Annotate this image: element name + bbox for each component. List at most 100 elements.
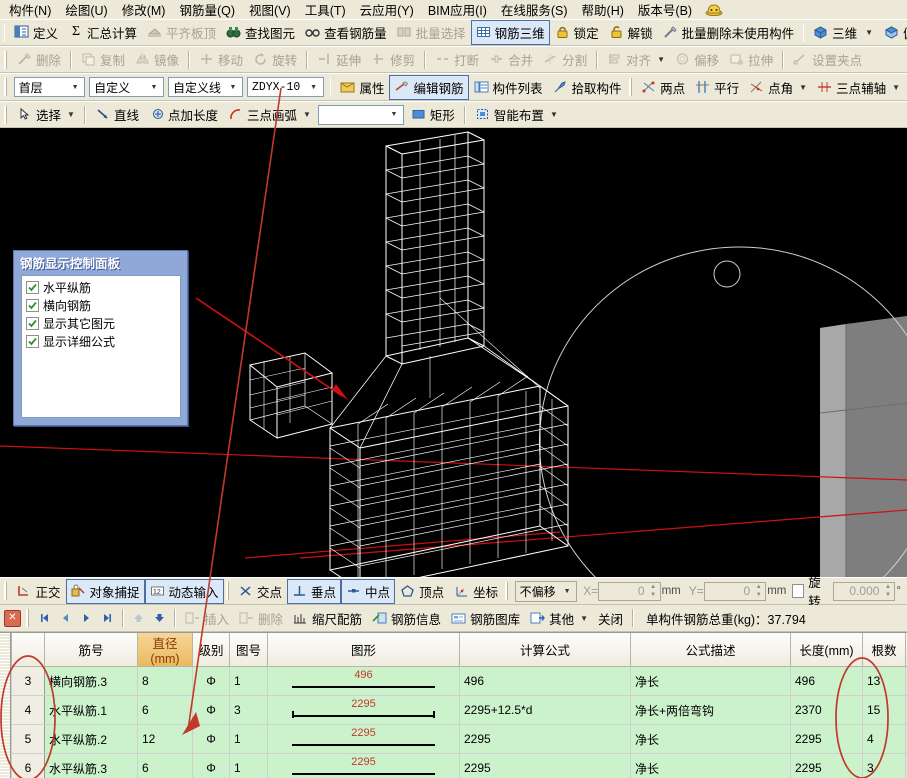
toolbar-button-find-element[interactable]: 查找图元 [221,20,300,45]
cell-diameter[interactable]: 6 [137,753,193,778]
cell-shape[interactable]: 496 [267,666,460,696]
rotate-checkbox[interactable] [792,584,805,598]
checkbox-horizontal-longitudinal-rebar[interactable]: 水平纵筋 [26,279,180,296]
chevron-down-icon[interactable]: ▼ [865,28,873,37]
cell-rebar-name[interactable]: 水平纵筋.2 [44,724,138,754]
menu-item-online-service[interactable]: 在线服务(S) [494,0,575,20]
cell-rebar-name[interactable]: 水平纵筋.3 [44,753,138,778]
toolbar-button-top-view[interactable]: 俯视 [879,20,907,45]
rebar-close-button[interactable]: 关闭 [593,606,628,631]
toolbar-button-lock[interactable]: 锁定 [550,20,604,45]
snap-point-intersection[interactable]: 交点 [233,579,287,604]
spinner-buttons[interactable]: ▲ ▼ [882,584,893,599]
rotate-input[interactable]: 0.000 ▲ ▼ [832,581,896,601]
cell-shape[interactable]: 2295 [267,695,460,725]
cell-diameter[interactable]: 8 [137,666,193,696]
menu-item-view[interactable]: 视图(V) [242,0,298,20]
toolbar-button-3d-view[interactable]: 三维 [808,20,862,45]
draw-mode-select[interactable]: ▼ [317,104,404,125]
next-record-button[interactable] [76,608,97,629]
cell-grade[interactable]: Φ [192,753,230,778]
rebar-display-control-panel[interactable]: 钢筋显示控制面板 水平纵筋 横向钢筋 显示其它图元 显示详细公式 [13,250,188,426]
toolbar-button-split[interactable]: 分割 [538,47,592,72]
col-header-formula-desc[interactable]: 公式描述 [630,633,791,667]
last-record-button[interactable] [97,608,118,629]
menu-item-tools[interactable]: 工具(T) [298,0,353,20]
toolbar-button-trim[interactable]: 修剪 [366,47,420,72]
col-header-diameter[interactable]: 直径(mm) [137,633,193,667]
member-select[interactable]: ZDYX-10 ▼ [246,77,324,97]
menu-item-cloud[interactable]: 云应用(Y) [353,0,421,20]
table-row[interactable]: 4 水平纵筋.1 6 Φ 3 2295 2295+12.5*d 净长+两倍弯钩 … [11,695,907,725]
table-row[interactable]: 6 水平纵筋.3 6 Φ 1 2295 2295 净长 2295 3 [11,753,907,778]
type-select[interactable]: 自定义线 ▼ [168,77,243,97]
col-header-formula[interactable]: 计算公式 [459,633,631,667]
rebar-table[interactable]: 筋号 直径(mm) 级别 图号 图形 计算公式 公式描述 长度(mm) 根数 搭… [0,632,907,778]
cell-length[interactable]: 496 [790,666,863,696]
toolbar-button-edit-rebar[interactable]: 编辑钢筋 [389,74,469,100]
toolbar-button-mirror[interactable]: 镜像 [130,47,184,72]
toolbar-button-rotate[interactable]: 旋转 [248,47,302,72]
cell-grade[interactable]: Φ [192,666,230,696]
snap-point-midpoint[interactable]: 中点 [341,578,396,604]
cell-count[interactable]: 15 [862,695,906,725]
toolbar-button-merge[interactable]: 合并 [484,47,538,72]
cell-count[interactable]: 3 [862,753,906,778]
cell-figure-no[interactable]: 1 [229,753,268,778]
toolbar-button-batch-select[interactable]: 批量选择 [392,20,471,45]
col-header-figure-no[interactable]: 图号 [229,633,268,667]
spinner-buttons[interactable]: ▲ ▼ [753,584,764,599]
toolbar-button-point-angle-axis[interactable]: 点角 ▼ [744,75,812,100]
close-icon[interactable]: ✕ [4,609,21,627]
cell-count[interactable]: 13 [862,666,906,696]
toolbar-button-set-grip-point[interactable]: 设置夹点 [788,47,867,72]
toolbar-grip[interactable] [225,582,230,600]
toolbar-grip[interactable] [4,582,8,600]
toolbar-grip[interactable] [628,78,633,96]
rebar-library-button[interactable]: 钢筋图库 [446,606,525,631]
toolbar-button-define[interactable]: 定义 [9,20,63,45]
toolbar-button-batch-delete-unused[interactable]: 批量删除未使用构件 [658,20,800,45]
rebar-insert-row-button[interactable]: 插入 [180,606,234,631]
cell-formula-desc[interactable]: 净长 [630,753,791,778]
toolbar-grip[interactable] [505,582,509,600]
menu-item-rebar-quantity[interactable]: 钢筋量(Q) [172,0,242,20]
toolbar-button-delete[interactable]: 删除 [12,47,66,72]
toolbar-grip[interactable] [4,78,8,96]
toolbar-grip[interactable] [4,105,8,124]
toolbar-button-smart-layout[interactable]: 智能布置 ▼ [470,102,563,127]
checkbox-transverse-rebar[interactable]: 横向钢筋 [26,297,180,314]
toolbar-button-rebar-3d[interactable]: 钢筋三维 [470,20,550,45]
toolbar-button-extend[interactable]: 延伸 [312,47,366,72]
cell-grade[interactable]: Φ [192,695,230,725]
cell-formula[interactable]: 2295+12.5*d [459,695,631,725]
toolbar-button-offset[interactable]: 偏移 [670,47,724,72]
rebar-other-button[interactable]: 其他 ▼ [525,606,593,631]
chevron-down-icon[interactable]: ▼ [67,110,75,119]
chevron-down-icon[interactable]: ▼ [892,83,900,92]
spinner-buttons[interactable]: ▲ ▼ [648,584,659,599]
snap-toggle-object-snap[interactable]: 对象捕捉 [65,578,145,604]
chevron-down-icon[interactable]: ▼ [580,614,588,623]
toolbar-button-unlock[interactable]: 解锁 [604,20,658,45]
toolbar-grip[interactable] [4,23,5,42]
menu-item-component[interactable]: 构件(N) [2,0,58,20]
chevron-down-icon[interactable]: ▼ [303,110,311,119]
toolbar-button-two-point-axis[interactable]: 两点 [636,75,690,100]
menu-item-modify[interactable]: 修改(M) [115,0,173,20]
snap-toggle-dynamic-input[interactable]: 12 动态输入 [144,578,224,604]
chevron-down-icon[interactable]: ▼ [387,108,401,122]
toolbar-button-line[interactable]: 直线 [90,102,144,127]
col-header-shape[interactable]: 图形 [267,633,460,667]
menu-item-version[interactable]: 版本号(B) [631,0,699,20]
checkbox-show-detailed-formula[interactable]: 显示详细公式 [26,333,180,350]
toolbar-button-member-list[interactable]: 构件列表 [469,75,548,100]
cell-formula[interactable]: 2295 [459,753,631,778]
move-down-button[interactable] [149,608,170,629]
rebar-delete-row-button[interactable]: 删除 [234,606,288,631]
toolbar-button-align[interactable]: 对齐 ▼ [602,47,670,72]
toolbar-button-view-rebar-quantity[interactable]: 查看钢筋量 [300,20,392,45]
toolbar-button-summary-calc[interactable]: Σ 汇总计算 [63,20,142,45]
cell-length[interactable]: 2370 [790,695,863,725]
floor-select[interactable]: 首层 ▼ [13,77,86,97]
